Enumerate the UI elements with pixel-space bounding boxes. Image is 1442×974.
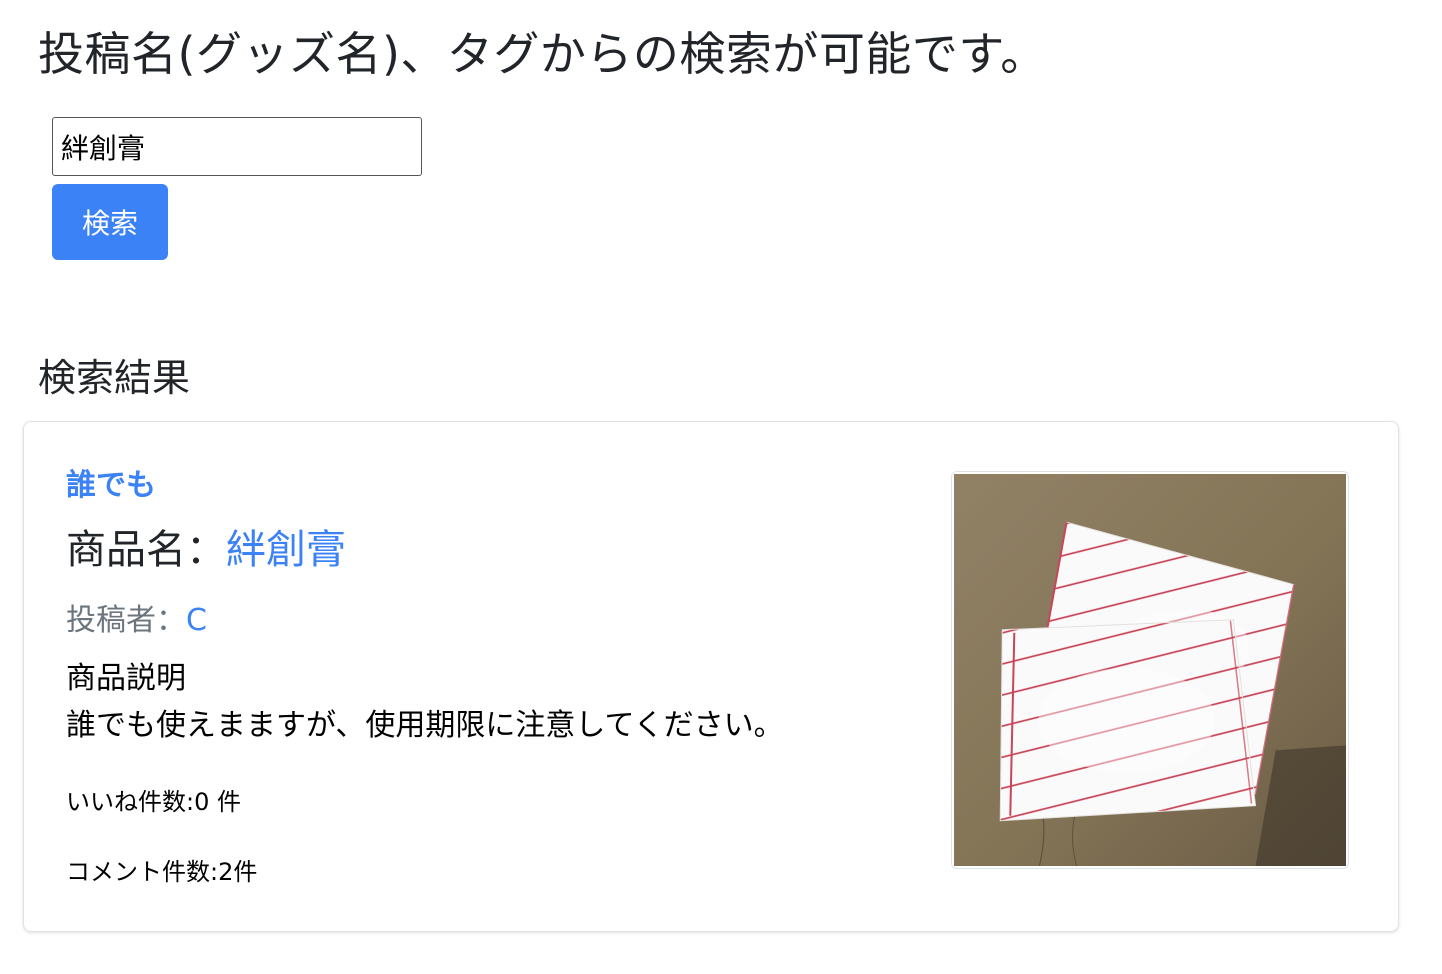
- bandage-front: [999, 619, 1257, 822]
- comments-count: コメント件数:2件: [66, 858, 258, 886]
- bandage-photo: [954, 474, 1346, 866]
- likes-count: いいね件数:0 件: [66, 788, 241, 816]
- target-tag-link[interactable]: 誰でも: [66, 464, 156, 508]
- product-name-label: 商品名：: [66, 527, 226, 573]
- results-heading: 検索結果: [38, 356, 191, 400]
- search-button[interactable]: 検索: [52, 184, 168, 260]
- product-name-row: 商品名：絆創膏: [66, 522, 346, 578]
- poster-row: 投稿者：C: [66, 599, 207, 643]
- poster-label: 投稿者：: [66, 603, 186, 638]
- product-image[interactable]: [951, 471, 1349, 869]
- description-text: 誰でも使えまますが、使用期限に注意してください。: [66, 708, 784, 743]
- product-name-link[interactable]: 絆創膏: [226, 527, 346, 573]
- poster-name-link[interactable]: C: [186, 603, 207, 638]
- page-title: 投稿名(グッズ名)、タグからの検索が可能です。: [38, 27, 1047, 81]
- description-label: 商品説明: [66, 661, 186, 696]
- result-card: 誰でも 商品名：絆創膏 投稿者：C 商品説明 誰でも使えまますが、使用期限に注意…: [23, 421, 1399, 932]
- search-input[interactable]: [52, 117, 422, 176]
